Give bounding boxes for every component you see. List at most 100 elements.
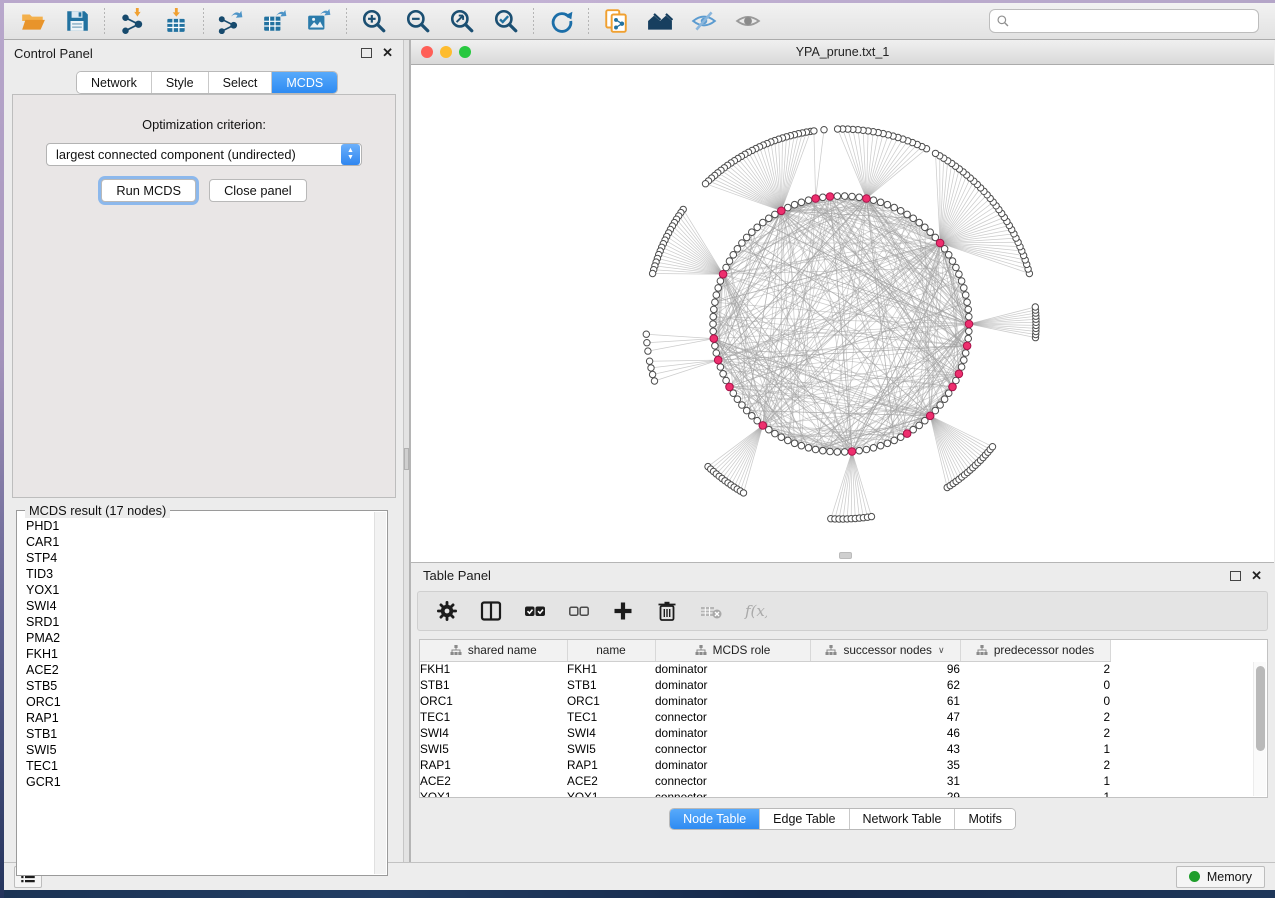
table-cell[interactable]: STB1	[420, 677, 567, 693]
open-file-button[interactable]	[14, 6, 52, 36]
table-cell[interactable]: FKH1	[567, 661, 655, 677]
tab-network[interactable]: Network	[77, 72, 152, 93]
table-row[interactable]: ACE2ACE2connector311	[420, 773, 1110, 789]
table-cell[interactable]: 31	[810, 773, 960, 789]
show-all-button[interactable]	[729, 6, 767, 36]
result-node[interactable]: ORC1	[26, 694, 373, 710]
table-cell[interactable]: 35	[810, 757, 960, 773]
tab-style[interactable]: Style	[152, 72, 209, 93]
table-row[interactable]: YOX1YOX1connector291	[420, 789, 1110, 798]
table-cell[interactable]: TEC1	[420, 709, 567, 725]
table-cell[interactable]: ACE2	[567, 773, 655, 789]
table-cell[interactable]: 47	[810, 709, 960, 725]
result-node[interactable]: PHD1	[26, 518, 373, 534]
table-cell[interactable]: 46	[810, 725, 960, 741]
close-panel-icon[interactable]: ✕	[382, 48, 393, 58]
column-header-MCDS-role[interactable]: MCDS role	[655, 640, 810, 661]
tab-network-table[interactable]: Network Table	[850, 809, 956, 829]
table-cell[interactable]: 29	[810, 789, 960, 798]
tab-node-table[interactable]: Node Table	[670, 809, 760, 829]
result-node[interactable]: FKH1	[26, 646, 373, 662]
hide-selected-button[interactable]	[685, 6, 723, 36]
close-window-icon[interactable]	[421, 46, 433, 58]
float-panel-icon[interactable]	[361, 48, 372, 58]
result-node[interactable]: PMA2	[26, 630, 373, 646]
table-cell[interactable]: connector	[655, 741, 810, 757]
deselect-all-checkboxes-button[interactable]	[564, 596, 594, 626]
column-header-name[interactable]: name	[567, 640, 655, 661]
table-cell[interactable]: connector	[655, 789, 810, 798]
table-cell[interactable]: SWI5	[567, 741, 655, 757]
network-canvas[interactable]	[411, 65, 1274, 562]
tab-mcds[interactable]: MCDS	[272, 72, 337, 93]
import-network-button[interactable]	[113, 6, 151, 36]
table-scrollbar[interactable]	[1253, 662, 1266, 796]
maximize-window-icon[interactable]	[459, 46, 471, 58]
float-table-panel-icon[interactable]	[1230, 571, 1241, 581]
table-cell[interactable]: YOX1	[420, 789, 567, 798]
table-cell[interactable]: RAP1	[420, 757, 567, 773]
table-cell[interactable]: 62	[810, 677, 960, 693]
table-cell[interactable]: STB1	[567, 677, 655, 693]
result-node[interactable]: CAR1	[26, 534, 373, 550]
zoom-fit-button[interactable]	[443, 6, 481, 36]
import-table-button[interactable]	[157, 6, 195, 36]
memory-button[interactable]: Memory	[1176, 866, 1265, 888]
table-cell[interactable]: TEC1	[567, 709, 655, 725]
table-row[interactable]: STB1STB1dominator620	[420, 677, 1110, 693]
table-cell[interactable]: YOX1	[567, 789, 655, 798]
result-node[interactable]: TID3	[26, 566, 373, 582]
canvas-hscroll-thumb[interactable]	[839, 552, 852, 559]
mcds-result-list[interactable]: PHD1CAR1STP4TID3YOX1SWI4SRD1PMA2FKH1ACE2…	[20, 514, 373, 872]
table-cell[interactable]: RAP1	[567, 757, 655, 773]
table-cell[interactable]: connector	[655, 773, 810, 789]
zoom-out-button[interactable]	[399, 6, 437, 36]
table-row[interactable]: TEC1TEC1connector472	[420, 709, 1110, 725]
table-row[interactable]: SWI5SWI5connector431	[420, 741, 1110, 757]
network-graph[interactable]	[411, 65, 1273, 561]
optimization-criterion-select[interactable]: largest connected component (undirected)…	[46, 143, 362, 166]
duplicate-network-button[interactable]	[597, 6, 635, 36]
result-node[interactable]: ACE2	[26, 662, 373, 678]
minimize-window-icon[interactable]	[440, 46, 452, 58]
zoom-in-button[interactable]	[355, 6, 393, 36]
tab-motifs[interactable]: Motifs	[955, 809, 1014, 829]
table-cell[interactable]: connector	[655, 709, 810, 725]
table-row[interactable]: SWI4SWI4dominator462	[420, 725, 1110, 741]
splitter-handle[interactable]	[404, 448, 409, 470]
close-panel-button[interactable]: Close panel	[209, 179, 307, 202]
table-cell[interactable]: ORC1	[420, 693, 567, 709]
refresh-button[interactable]	[542, 6, 580, 36]
table-cell[interactable]: SWI5	[420, 741, 567, 757]
table-cell[interactable]: 2	[960, 709, 1110, 725]
tab-edge-table[interactable]: Edge Table	[760, 809, 849, 829]
table-scrollbar-thumb[interactable]	[1256, 666, 1265, 751]
select-all-checkboxes-button[interactable]	[520, 596, 550, 626]
result-node[interactable]: SRD1	[26, 614, 373, 630]
search-input[interactable]	[989, 9, 1259, 33]
zoom-selected-button[interactable]	[487, 6, 525, 36]
column-header-successor-nodes[interactable]: successor nodes∨	[810, 640, 960, 661]
result-node[interactable]: SWI4	[26, 598, 373, 614]
table-cell[interactable]: 1	[960, 789, 1110, 798]
result-node[interactable]: TEC1	[26, 758, 373, 774]
table-cell[interactable]: SWI4	[567, 725, 655, 741]
close-table-panel-icon[interactable]: ✕	[1251, 571, 1262, 581]
result-node[interactable]: STB5	[26, 678, 373, 694]
table-cell[interactable]: 43	[810, 741, 960, 757]
panel-splitter[interactable]	[403, 40, 410, 862]
toggle-columns-button[interactable]	[476, 596, 506, 626]
table-cell[interactable]: dominator	[655, 661, 810, 677]
table-cell[interactable]: 96	[810, 661, 960, 677]
table-row[interactable]: ORC1ORC1dominator610	[420, 693, 1110, 709]
table-cell[interactable]: 61	[810, 693, 960, 709]
sort-menu-icon[interactable]: ∨	[938, 645, 945, 656]
export-network-button[interactable]	[212, 6, 250, 36]
table-cell[interactable]: 1	[960, 773, 1110, 789]
settings-button[interactable]	[432, 596, 462, 626]
table-cell[interactable]: FKH1	[420, 661, 567, 677]
table-cell[interactable]: dominator	[655, 725, 810, 741]
table-row[interactable]: FKH1FKH1dominator962	[420, 661, 1110, 677]
result-node[interactable]: YOX1	[26, 582, 373, 598]
export-table-button[interactable]	[256, 6, 294, 36]
